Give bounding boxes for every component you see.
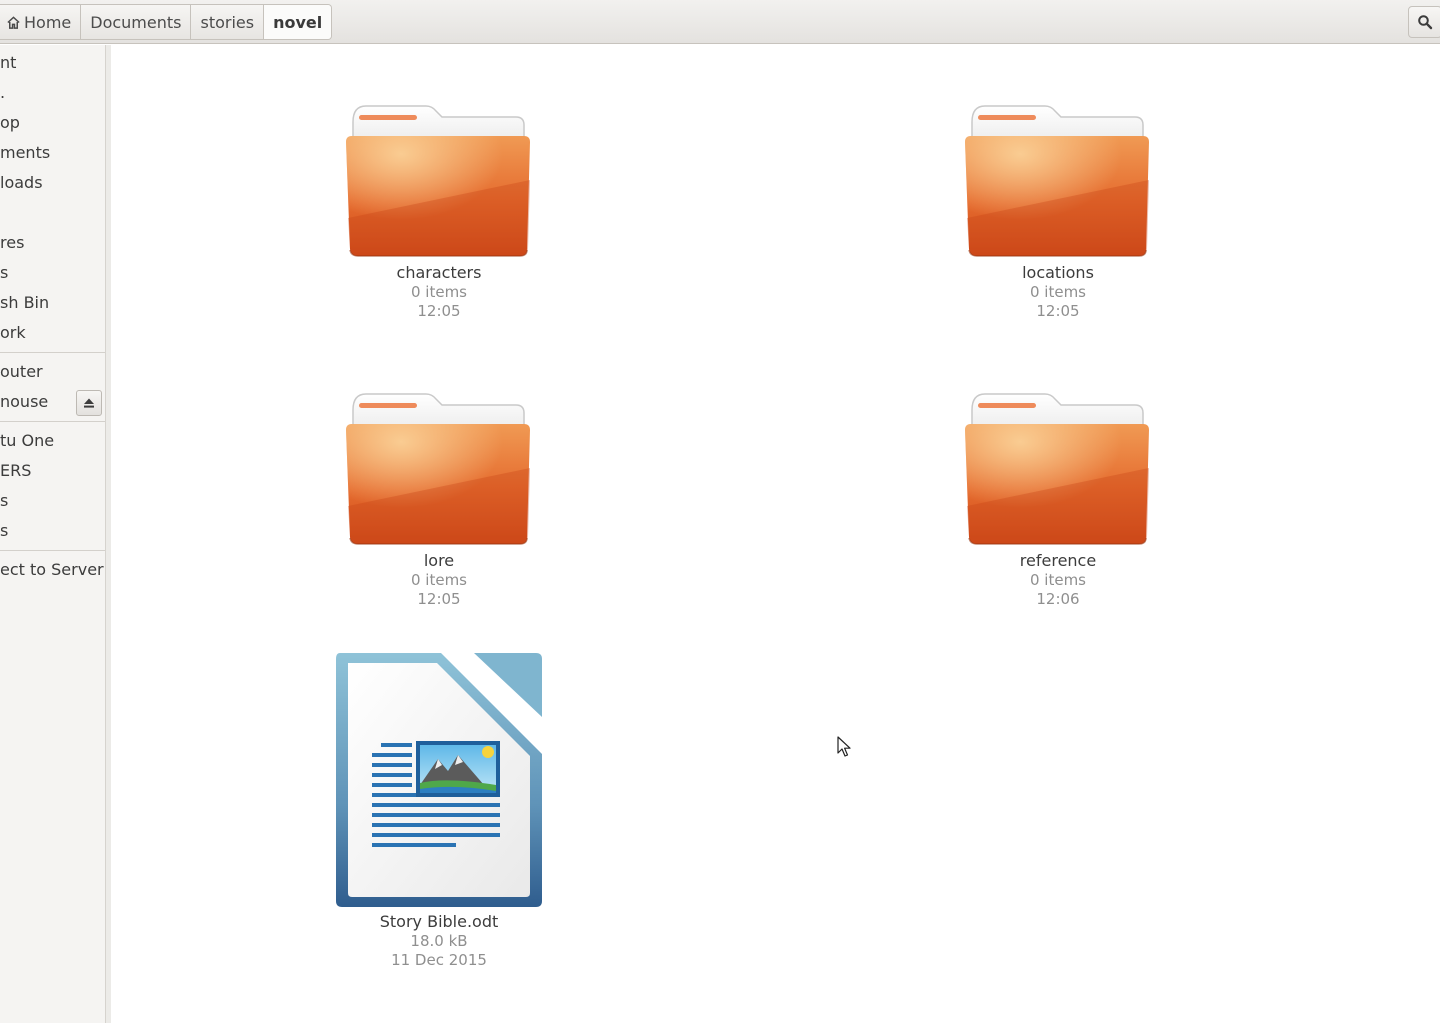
folder-icon xyxy=(963,100,1153,260)
breadcrumb-stories[interactable]: stories xyxy=(190,5,264,39)
breadcrumb-stories-label: stories xyxy=(200,12,255,32)
sidebar-item-recent[interactable]: nt xyxy=(0,49,100,77)
sidebar-item-connect-to-server[interactable]: ect to Server xyxy=(0,556,104,584)
file-name: reference xyxy=(1019,551,1097,570)
folder-icon xyxy=(344,388,534,548)
sidebar-item-bookmark-1[interactable]: ERS xyxy=(0,457,100,485)
file-name: Story Bible.odt xyxy=(379,912,499,931)
folder-icon xyxy=(344,100,534,260)
sidebar-item-label: ERS xyxy=(0,461,32,480)
sidebar-separator xyxy=(0,421,105,422)
search-icon xyxy=(1418,15,1433,30)
sidebar-item-downloads[interactable]: loads xyxy=(0,169,100,197)
sidebar-item-label: op xyxy=(0,113,20,132)
file-name: characters xyxy=(396,263,482,282)
file-item-count: 0 items xyxy=(410,283,467,301)
sidebar-item-label: outer xyxy=(0,362,43,381)
breadcrumb-home[interactable]: Home xyxy=(0,5,81,39)
sidebar-item-label: s xyxy=(0,491,9,510)
sidebar-item-pictures[interactable]: res xyxy=(0,229,100,257)
file-item[interactable]: reference 0 items 12:06 xyxy=(938,388,1178,609)
sidebar-item-music[interactable] xyxy=(0,199,100,227)
file-name: locations xyxy=(1022,263,1094,282)
sidebar-item-label: res xyxy=(0,233,25,252)
file-item-count: 0 items xyxy=(1029,571,1086,589)
sidebar-item-home[interactable]: . xyxy=(0,79,100,107)
sidebar-item-documents[interactable]: ments xyxy=(0,139,100,167)
eject-button[interactable] xyxy=(76,390,102,416)
file-modified-time: 12:05 xyxy=(417,590,461,608)
path-bar: Home Documents stories novel xyxy=(0,0,1440,44)
sidebar-item-trash[interactable]: sh Bin xyxy=(0,289,100,317)
sidebar-item-videos[interactable]: s xyxy=(0,259,100,287)
sidebar-item-label: tu One xyxy=(0,431,55,450)
file-item-count: 0 items xyxy=(1029,283,1086,301)
sidebar-item-label: s xyxy=(0,263,9,282)
file-size: 18.0 kB xyxy=(410,932,468,950)
sidebar-item-computer[interactable]: outer xyxy=(0,358,100,386)
sidebar-item-label: s xyxy=(0,521,9,540)
sidebar-item-label: nt xyxy=(0,53,17,72)
sidebar-item-label: ork xyxy=(0,323,26,342)
file-item[interactable]: locations 0 items 12:05 xyxy=(938,100,1178,321)
breadcrumb: Home Documents stories novel xyxy=(0,4,333,40)
breadcrumb-documents[interactable]: Documents xyxy=(80,5,191,39)
breadcrumb-documents-label: Documents xyxy=(90,12,182,32)
file-name: lore xyxy=(423,551,455,570)
sidebar-separator xyxy=(0,550,105,551)
folder-icon xyxy=(963,388,1153,548)
file-modified-time: 12:05 xyxy=(417,302,461,320)
sidebar-item-label: . xyxy=(0,83,6,102)
sidebar-item-network[interactable]: ork xyxy=(0,319,100,347)
sidebar-item-label: ect to Server xyxy=(0,560,104,579)
sidebar: nt . op ments loads res s sh Bin ork out… xyxy=(0,45,106,1023)
sidebar-item-label: nouse xyxy=(0,392,49,411)
file-item[interactable]: lore 0 items 12:05 xyxy=(319,388,559,609)
eject-icon xyxy=(84,398,94,408)
home-icon xyxy=(7,15,20,29)
breadcrumb-novel[interactable]: novel xyxy=(263,5,332,39)
sidebar-item-desktop[interactable]: op xyxy=(0,109,100,137)
sidebar-item-bookmark-2[interactable]: s xyxy=(0,487,100,515)
file-icon-view: characters 0 items 12:05 locations 0 ite… xyxy=(111,45,1440,1023)
search-button[interactable] xyxy=(1408,6,1440,38)
sidebar-separator xyxy=(0,352,105,353)
sidebar-item-label: ments xyxy=(0,143,51,162)
sidebar-item-label: sh Bin xyxy=(0,293,50,312)
mouse-cursor-icon xyxy=(837,736,851,757)
file-item[interactable]: Story Bible.odt 18.0 kB 11 Dec 2015 xyxy=(319,651,559,970)
breadcrumb-home-label: Home xyxy=(24,12,72,32)
writer-document-icon xyxy=(336,653,542,907)
sidebar-item-bookmark-3[interactable]: s xyxy=(0,517,100,545)
breadcrumb-novel-label: novel xyxy=(273,12,323,32)
file-item-count: 0 items xyxy=(410,571,467,589)
file-modified-time: 12:05 xyxy=(1036,302,1080,320)
file-item[interactable]: characters 0 items 12:05 xyxy=(319,100,559,321)
sidebar-item-ubuntu-one[interactable]: tu One xyxy=(0,427,100,455)
file-modified-date: 11 Dec 2015 xyxy=(391,951,487,969)
sidebar-item-label: loads xyxy=(0,173,43,192)
file-modified-time: 12:06 xyxy=(1036,590,1080,608)
